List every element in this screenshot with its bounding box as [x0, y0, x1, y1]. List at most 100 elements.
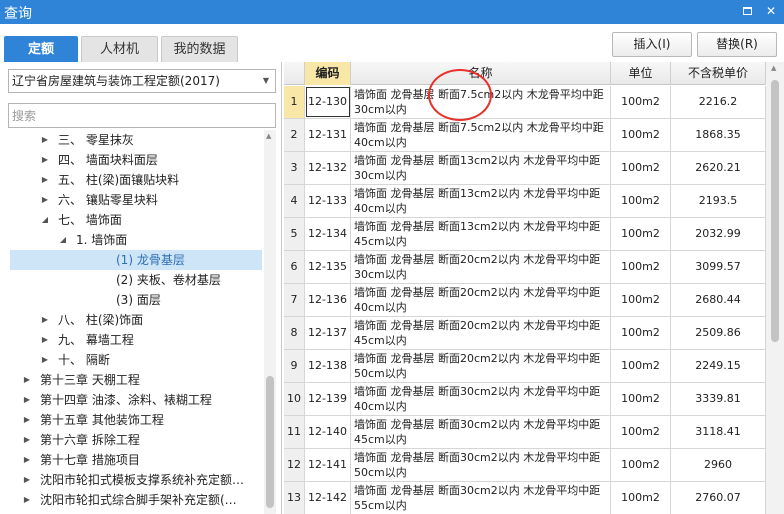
table-row[interactable]: 3 12-132 墙饰面 龙骨基层 断面13cm2以内 木龙骨平均中距 30cm以内… — [284, 152, 766, 185]
cell-price[interactable]: 3118.41 — [671, 416, 766, 448]
close-icon[interactable]: ✕ — [763, 3, 779, 19]
row-index[interactable]: 12 — [284, 449, 305, 481]
cell-code[interactable]: 12-135 — [305, 251, 351, 283]
table-row[interactable]: 7 12-136 墙饰面 龙骨基层 断面20cm2以内 木龙骨平均中距 40cm以内… — [284, 284, 766, 317]
table-row[interactable]: 2 12-131 墙饰面 龙骨基层 断面7.5cm2以内 木龙骨平均中距 40cm以… — [284, 119, 766, 152]
cell-name[interactable]: 墙饰面 龙骨基层 断面13cm2以内 木龙骨平均中距 45cm以内 — [351, 218, 611, 250]
table-scrollbar[interactable]: ▲ — [766, 62, 784, 514]
cell-name[interactable]: 墙饰面 龙骨基层 断面30cm2以内 木龙骨平均中距 45cm以内 — [351, 416, 611, 448]
cell-name[interactable]: 墙饰面 龙骨基层 断面20cm2以内 木龙骨平均中距 50cm以内 — [351, 350, 611, 382]
row-index[interactable]: 6 — [284, 251, 305, 283]
cell-unit[interactable]: 100m2 — [611, 251, 671, 283]
tree-item[interactable]: ▶ 沈阳市轮扣式模板支撑系统补充定额… — [10, 470, 262, 490]
insert-button[interactable]: 插入(I) — [612, 32, 692, 57]
table-scrollbar-thumb[interactable] — [771, 80, 779, 342]
row-index[interactable]: 7 — [284, 284, 305, 316]
cell-price[interactable]: 2960 — [671, 449, 766, 481]
row-index[interactable]: 13 — [284, 482, 305, 514]
collapse-arrow-icon[interactable]: ◢ — [58, 230, 68, 250]
table-row[interactable]: 9 12-138 墙饰面 龙骨基层 断面20cm2以内 木龙骨平均中距 50cm以内… — [284, 350, 766, 383]
cell-name[interactable]: 墙饰面 龙骨基层 断面20cm2以内 木龙骨平均中距 45cm以内 — [351, 317, 611, 349]
tree-item[interactable]: ▶ 第十三章 天棚工程 — [10, 370, 262, 390]
table-row[interactable]: 1 12-130 墙饰面 龙骨基层 断面7.5cm2以内 木龙骨平均中距 30cm以… — [284, 86, 766, 119]
cell-name[interactable]: 墙饰面 龙骨基层 断面30cm2以内 木龙骨平均中距 55cm以内 — [351, 482, 611, 514]
cell-price[interactable]: 3099.57 — [671, 251, 766, 283]
cell-unit[interactable]: 100m2 — [611, 482, 671, 514]
cell-unit[interactable]: 100m2 — [611, 416, 671, 448]
table-row[interactable]: 11 12-140 墙饰面 龙骨基层 断面30cm2以内 木龙骨平均中距 45cm以… — [284, 416, 766, 449]
cell-name[interactable]: 墙饰面 龙骨基层 断面13cm2以内 木龙骨平均中距 40cm以内 — [351, 185, 611, 217]
row-index[interactable]: 11 — [284, 416, 305, 448]
table-row[interactable]: 13 12-142 墙饰面 龙骨基层 断面30cm2以内 木龙骨平均中距 55cm以… — [284, 482, 766, 514]
tab-quota[interactable]: 定额 — [4, 36, 78, 62]
expand-arrow-icon[interactable]: ▶ — [22, 370, 32, 390]
expand-arrow-icon[interactable]: ▶ — [22, 490, 32, 510]
cell-unit[interactable]: 100m2 — [611, 218, 671, 250]
cell-code[interactable]: 12-140 — [305, 416, 351, 448]
row-index[interactable]: 5 — [284, 218, 305, 250]
table-row[interactable]: 4 12-133 墙饰面 龙骨基层 断面13cm2以内 木龙骨平均中距 40cm以内… — [284, 185, 766, 218]
cell-price[interactable]: 2760.07 — [671, 482, 766, 514]
row-index[interactable]: 1 — [284, 86, 305, 118]
cell-unit[interactable]: 100m2 — [611, 284, 671, 316]
tree-item[interactable]: ▶ 三、 零星抹灰 — [10, 130, 262, 150]
table-row[interactable]: 8 12-137 墙饰面 龙骨基层 断面20cm2以内 木龙骨平均中距 45cm以内… — [284, 317, 766, 350]
tree-item[interactable]: ▶ 五、 柱(梁)面镶贴块料 — [10, 170, 262, 190]
cell-name[interactable]: 墙饰面 龙骨基层 断面13cm2以内 木龙骨平均中距 30cm以内 — [351, 152, 611, 184]
cell-code[interactable]: 12-136 — [305, 284, 351, 316]
tree-item[interactable]: ▶ 沈阳市轮扣式综合脚手架补充定额(… — [10, 490, 262, 510]
cell-code[interactable]: 12-138 — [305, 350, 351, 382]
cell-price[interactable]: 2680.44 — [671, 284, 766, 316]
tree-item[interactable]: ▶ 六、 镶贴零星块料 — [10, 190, 262, 210]
row-index[interactable]: 3 — [284, 152, 305, 184]
tree-item[interactable]: (3) 面层 — [10, 290, 262, 310]
cell-code[interactable]: 12-141 — [305, 449, 351, 481]
expand-arrow-icon[interactable]: ▶ — [22, 470, 32, 490]
cell-unit[interactable]: 100m2 — [611, 152, 671, 184]
cell-name[interactable]: 墙饰面 龙骨基层 断面30cm2以内 木龙骨平均中距 40cm以内 — [351, 383, 611, 415]
tree-item[interactable]: ◢ 1. 墙饰面 — [10, 230, 262, 250]
tree-item[interactable]: ▶ 第十四章 油漆、涂料、裱糊工程 — [10, 390, 262, 410]
tree-item[interactable]: ▶ 八、 柱(梁)饰面 — [10, 310, 262, 330]
collapse-arrow-icon[interactable]: ◢ — [40, 210, 50, 230]
scroll-up-icon[interactable]: ▲ — [266, 132, 271, 140]
header-code[interactable]: 编码 — [305, 62, 351, 85]
restore-icon[interactable] — [740, 3, 756, 19]
expand-arrow-icon[interactable]: ▶ — [40, 330, 50, 350]
row-index[interactable]: 2 — [284, 119, 305, 151]
row-index[interactable]: 8 — [284, 317, 305, 349]
header-price[interactable]: 不含税单价 — [671, 62, 766, 85]
cell-name[interactable]: 墙饰面 龙骨基层 断面7.5cm2以内 木龙骨平均中距 40cm以内 — [351, 119, 611, 151]
table-row[interactable]: 6 12-135 墙饰面 龙骨基层 断面20cm2以内 木龙骨平均中距 30cm以内… — [284, 251, 766, 284]
cell-price[interactable]: 2032.99 — [671, 218, 766, 250]
cell-unit[interactable]: 100m2 — [611, 383, 671, 415]
tree-item[interactable]: ▶ 第十五章 其他装饰工程 — [10, 410, 262, 430]
cell-price[interactable]: 2249.15 — [671, 350, 766, 382]
tree-item[interactable]: ▶ 十、 隔断 — [10, 350, 262, 370]
table-row[interactable]: 12 12-141 墙饰面 龙骨基层 断面30cm2以内 木龙骨平均中距 50cm以… — [284, 449, 766, 482]
tree-item[interactable]: ◢ 七、 墙饰面 — [10, 210, 262, 230]
tree-scrollbar-thumb[interactable] — [266, 376, 274, 508]
tree-item[interactable]: ▶ 四、 墙面块料面层 — [10, 150, 262, 170]
cell-unit[interactable]: 100m2 — [611, 449, 671, 481]
cell-price[interactable]: 1868.35 — [671, 119, 766, 151]
cell-code[interactable]: 12-139 — [305, 383, 351, 415]
cell-unit[interactable]: 100m2 — [611, 119, 671, 151]
cell-unit[interactable]: 100m2 — [611, 317, 671, 349]
cell-code[interactable]: 12-131 — [305, 119, 351, 151]
expand-arrow-icon[interactable]: ▶ — [40, 150, 50, 170]
tree-item[interactable]: (2) 夹板、卷材基层 — [10, 270, 262, 290]
cell-unit[interactable]: 100m2 — [611, 185, 671, 217]
cell-unit[interactable]: 100m2 — [611, 86, 671, 118]
expand-arrow-icon[interactable]: ▶ — [40, 350, 50, 370]
table-row[interactable]: 10 12-139 墙饰面 龙骨基层 断面30cm2以内 木龙骨平均中距 40cm以… — [284, 383, 766, 416]
tree-item[interactable]: ▶ 九、 幕墙工程 — [10, 330, 262, 350]
replace-button[interactable]: 替换(R) — [697, 32, 777, 57]
tab-labor-material-machine[interactable]: 人材机 — [81, 36, 158, 62]
cell-price[interactable]: 3339.81 — [671, 383, 766, 415]
row-index[interactable]: 4 — [284, 185, 305, 217]
expand-arrow-icon[interactable]: ▶ — [40, 310, 50, 330]
cell-code[interactable]: 12-133 — [305, 185, 351, 217]
cell-code[interactable]: 12-132 — [305, 152, 351, 184]
tab-my-data[interactable]: 我的数据 — [161, 36, 238, 62]
